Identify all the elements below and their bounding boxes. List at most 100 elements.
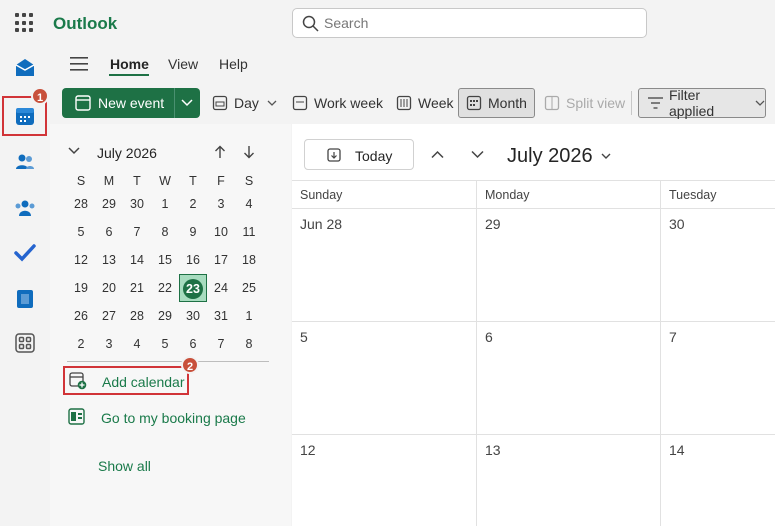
month-day-cell[interactable] (478, 209, 660, 320)
mini-calendar-day[interactable]: 29 (95, 190, 123, 218)
mini-calendar-title[interactable]: July 2026 (97, 145, 157, 161)
mini-calendar-day[interactable]: 8 (151, 218, 179, 246)
day-header: Sunday (300, 188, 343, 202)
mini-calendar-day[interactable]: 2 (179, 190, 207, 218)
mini-calendar-day[interactable]: 7 (207, 330, 235, 358)
calendar-icon[interactable] (13, 104, 37, 128)
work-week-view-button[interactable]: Work week (292, 88, 383, 118)
people-icon[interactable] (13, 150, 37, 174)
mini-calendar-day[interactable]: 15 (151, 246, 179, 274)
todo-icon[interactable] (13, 241, 37, 265)
add-calendar-icon (69, 372, 87, 390)
mini-calendar-day[interactable]: 30 (179, 302, 207, 330)
mini-calendar-day[interactable]: 11 (235, 218, 263, 246)
mini-calendar-day[interactable]: 7 (123, 218, 151, 246)
chevron-down-icon[interactable] (181, 99, 193, 107)
week-view-button[interactable]: Week (396, 88, 454, 118)
month-day-number: 5 (300, 329, 308, 345)
month-day-number: 12 (300, 442, 316, 458)
groups-icon[interactable] (13, 196, 37, 220)
month-day-cell[interactable] (293, 322, 475, 433)
search-icon (302, 15, 319, 32)
today-button[interactable]: Today (304, 139, 414, 170)
new-event-button[interactable]: New event (62, 88, 200, 118)
mini-calendar-today[interactable]: 23 (179, 274, 207, 302)
mini-calendar-day[interactable]: 14 (123, 246, 151, 274)
mini-calendar-day[interactable]: 4 (235, 190, 263, 218)
mini-calendar-day[interactable]: 28 (123, 302, 151, 330)
month-day-number: 30 (669, 216, 685, 232)
mail-icon[interactable] (13, 56, 37, 80)
mini-calendar-day[interactable]: 31 (207, 302, 235, 330)
add-calendar-link[interactable]: Add calendar (102, 374, 185, 390)
onedrive-app-icon[interactable] (13, 287, 37, 311)
day-header: Monday (485, 188, 530, 202)
month-view-icon (466, 95, 482, 111)
mini-calendar-day[interactable]: 20 (95, 274, 123, 302)
mini-calendar-day[interactable]: 30 (123, 190, 151, 218)
month-day-cell[interactable] (478, 435, 660, 526)
arrow-down-icon[interactable] (243, 145, 255, 159)
mini-calendar-day[interactable]: 5 (151, 330, 179, 358)
hamburger-menu-icon[interactable] (70, 56, 90, 72)
mini-calendar-day[interactable]: 16 (179, 246, 207, 274)
mini-calendar-day[interactable]: 29 (151, 302, 179, 330)
app-launcher-icon[interactable] (15, 13, 35, 33)
month-day-cell[interactable] (662, 322, 775, 433)
mini-calendar-day[interactable]: 13 (95, 246, 123, 274)
month-day-number: 29 (485, 216, 501, 232)
more-apps-icon[interactable] (13, 331, 37, 355)
mini-calendar-day[interactable]: 22 (151, 274, 179, 302)
next-month-icon[interactable] (471, 150, 484, 159)
month-day-number: 13 (485, 442, 501, 458)
tab-help[interactable]: Help (219, 56, 248, 72)
mini-calendar-day[interactable]: 21 (123, 274, 151, 302)
app-title[interactable]: Outlook (53, 14, 117, 34)
month-day-cell[interactable] (478, 322, 660, 433)
mini-calendar-day[interactable]: 5 (67, 218, 95, 246)
mini-calendar-day[interactable]: 28 (67, 190, 95, 218)
month-day-cell[interactable] (293, 435, 475, 526)
mini-calendar-day[interactable]: 9 (179, 218, 207, 246)
split-view-button[interactable]: Split view (544, 88, 625, 118)
mini-calendar-day[interactable]: 25 (235, 274, 263, 302)
chevron-down-icon[interactable] (601, 153, 611, 160)
show-all-link[interactable]: Show all (98, 458, 151, 474)
step-badge-2: 2 (181, 356, 199, 374)
mini-calendar-day[interactable]: 3 (95, 330, 123, 358)
weekday-header: F (217, 174, 225, 188)
filter-button[interactable]: Filter applied (638, 87, 766, 119)
previous-month-icon[interactable] (431, 150, 444, 159)
mini-calendar-day[interactable]: 1 (151, 190, 179, 218)
mini-calendar-day[interactable]: 12 (67, 246, 95, 274)
day-view-button[interactable]: Day (212, 88, 277, 118)
booking-page-link[interactable]: Go to my booking page (101, 410, 246, 426)
chevron-down-icon (755, 100, 765, 106)
arrow-up-icon[interactable] (214, 145, 226, 159)
mini-calendar-day[interactable]: 17 (207, 246, 235, 274)
collapse-chevron-icon[interactable] (68, 147, 80, 156)
weekday-header: T (189, 174, 197, 188)
mini-calendar-day[interactable]: 2 (67, 330, 95, 358)
tab-home[interactable]: Home (110, 56, 149, 72)
mini-calendar-day[interactable]: 4 (123, 330, 151, 358)
mini-calendar-day[interactable]: 27 (95, 302, 123, 330)
mini-calendar-day[interactable]: 1 (235, 302, 263, 330)
mini-calendar-day[interactable]: 8 (235, 330, 263, 358)
mini-calendar-day[interactable]: 3 (207, 190, 235, 218)
mini-calendar-day[interactable]: 26 (67, 302, 95, 330)
calendar-month-title[interactable]: July 2026 (507, 145, 593, 168)
weekday-header: M (103, 174, 115, 188)
mini-calendar-day[interactable]: 6 (179, 330, 207, 358)
new-event-icon (75, 95, 91, 111)
month-view-button[interactable]: Month (458, 88, 535, 118)
mini-calendar-day[interactable]: 18 (235, 246, 263, 274)
mini-calendar-day[interactable]: 24 (207, 274, 235, 302)
mini-calendar-day[interactable]: 19 (67, 274, 95, 302)
booking-page-icon (68, 408, 85, 425)
tab-view[interactable]: View (168, 56, 198, 72)
mini-calendar-day[interactable]: 10 (207, 218, 235, 246)
month-day-number: 6 (485, 329, 493, 345)
day-header: Tuesday (669, 188, 717, 202)
mini-calendar-day[interactable]: 6 (95, 218, 123, 246)
